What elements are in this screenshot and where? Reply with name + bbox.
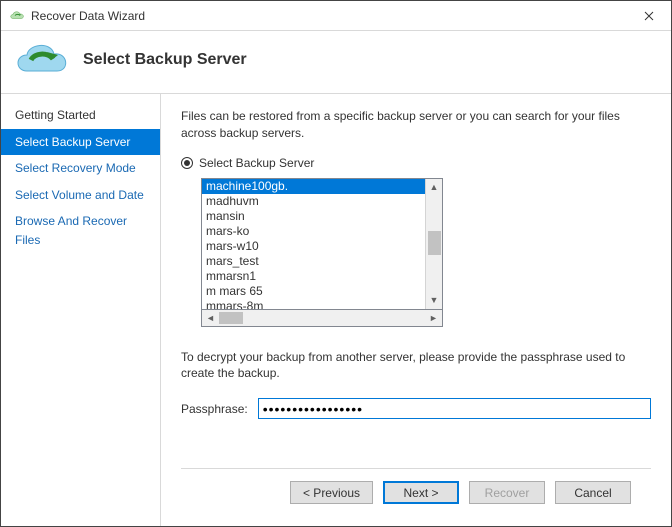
step-getting-started: Getting Started xyxy=(1,102,160,129)
app-icon xyxy=(9,8,25,24)
scroll-left-icon[interactable]: ◄ xyxy=(202,310,219,326)
step-select-volume-and-date[interactable]: Select Volume and Date xyxy=(1,182,160,209)
spacer xyxy=(181,419,651,468)
scroll-up-icon[interactable]: ▲ xyxy=(426,179,442,196)
server-list-item[interactable]: mansin xyxy=(202,209,425,224)
next-button[interactable]: Next > xyxy=(383,481,459,504)
cancel-button[interactable]: Cancel xyxy=(555,481,631,504)
page-title: Select Backup Server xyxy=(83,51,247,69)
recover-button: Recover xyxy=(469,481,545,504)
radio-selected-icon xyxy=(181,157,193,169)
server-list-item[interactable]: mars-ko xyxy=(202,224,425,239)
wizard-header: Select Backup Server xyxy=(1,31,671,94)
radio-label: Select Backup Server xyxy=(199,156,314,170)
server-list-inner: machine100gb.madhuvmmansinmars-komars-w1… xyxy=(202,179,425,309)
server-list-item[interactable]: mars-w10 xyxy=(202,239,425,254)
server-list-item[interactable]: machine100gb. xyxy=(202,179,425,194)
passphrase-input[interactable] xyxy=(258,398,651,419)
wizard-footer: < Previous Next > Recover Cancel xyxy=(181,468,651,516)
titlebar-left: Recover Data Wizard xyxy=(9,8,145,24)
server-list-item[interactable]: mars_test xyxy=(202,254,425,269)
step-browse-and-recover-files[interactable]: Browse And Recover Files xyxy=(1,208,160,253)
hscroll-track[interactable] xyxy=(219,310,425,326)
server-list-item[interactable]: mmarsn1 xyxy=(202,269,425,284)
select-backup-server-radio[interactable]: Select Backup Server xyxy=(181,156,651,170)
step-select-recovery-mode[interactable]: Select Recovery Mode xyxy=(1,155,160,182)
server-list-item[interactable]: m mars 65 xyxy=(202,284,425,299)
step-select-backup-server[interactable]: Select Backup Server xyxy=(1,129,160,156)
scroll-down-icon[interactable]: ▼ xyxy=(426,292,442,309)
passphrase-label: Passphrase: xyxy=(181,402,248,416)
wizard-body: Getting Started Select Backup Server Sel… xyxy=(1,94,671,526)
horizontal-scrollbar[interactable]: ◄ ► xyxy=(201,310,443,327)
cloud-restore-icon xyxy=(13,41,69,79)
wizard-window: Recover Data Wizard Select Backup Server… xyxy=(0,0,672,527)
server-list-item[interactable]: madhuvm xyxy=(202,194,425,209)
wizard-main: Files can be restored from a specific ba… xyxy=(161,94,671,526)
decrypt-instruction: To decrypt your backup from another serv… xyxy=(181,349,651,383)
passphrase-row: Passphrase: xyxy=(181,398,651,419)
server-listbox[interactable]: machine100gb.madhuvmmansinmars-komars-w1… xyxy=(201,178,443,310)
wizard-steps-sidebar: Getting Started Select Backup Server Sel… xyxy=(1,94,161,526)
hscroll-thumb[interactable] xyxy=(219,312,243,324)
close-button[interactable] xyxy=(626,1,671,30)
titlebar: Recover Data Wizard xyxy=(1,1,671,31)
window-title: Recover Data Wizard xyxy=(31,9,145,23)
intro-text: Files can be restored from a specific ba… xyxy=(181,108,651,142)
scroll-right-icon[interactable]: ► xyxy=(425,310,442,326)
previous-button[interactable]: < Previous xyxy=(290,481,373,504)
vertical-scrollbar[interactable]: ▲ ▼ xyxy=(425,179,442,309)
server-listbox-wrap: machine100gb.madhuvmmansinmars-komars-w1… xyxy=(201,178,443,310)
scroll-thumb[interactable] xyxy=(428,231,441,255)
close-icon xyxy=(644,11,654,21)
server-list-item[interactable]: mmars-8m xyxy=(202,299,425,309)
